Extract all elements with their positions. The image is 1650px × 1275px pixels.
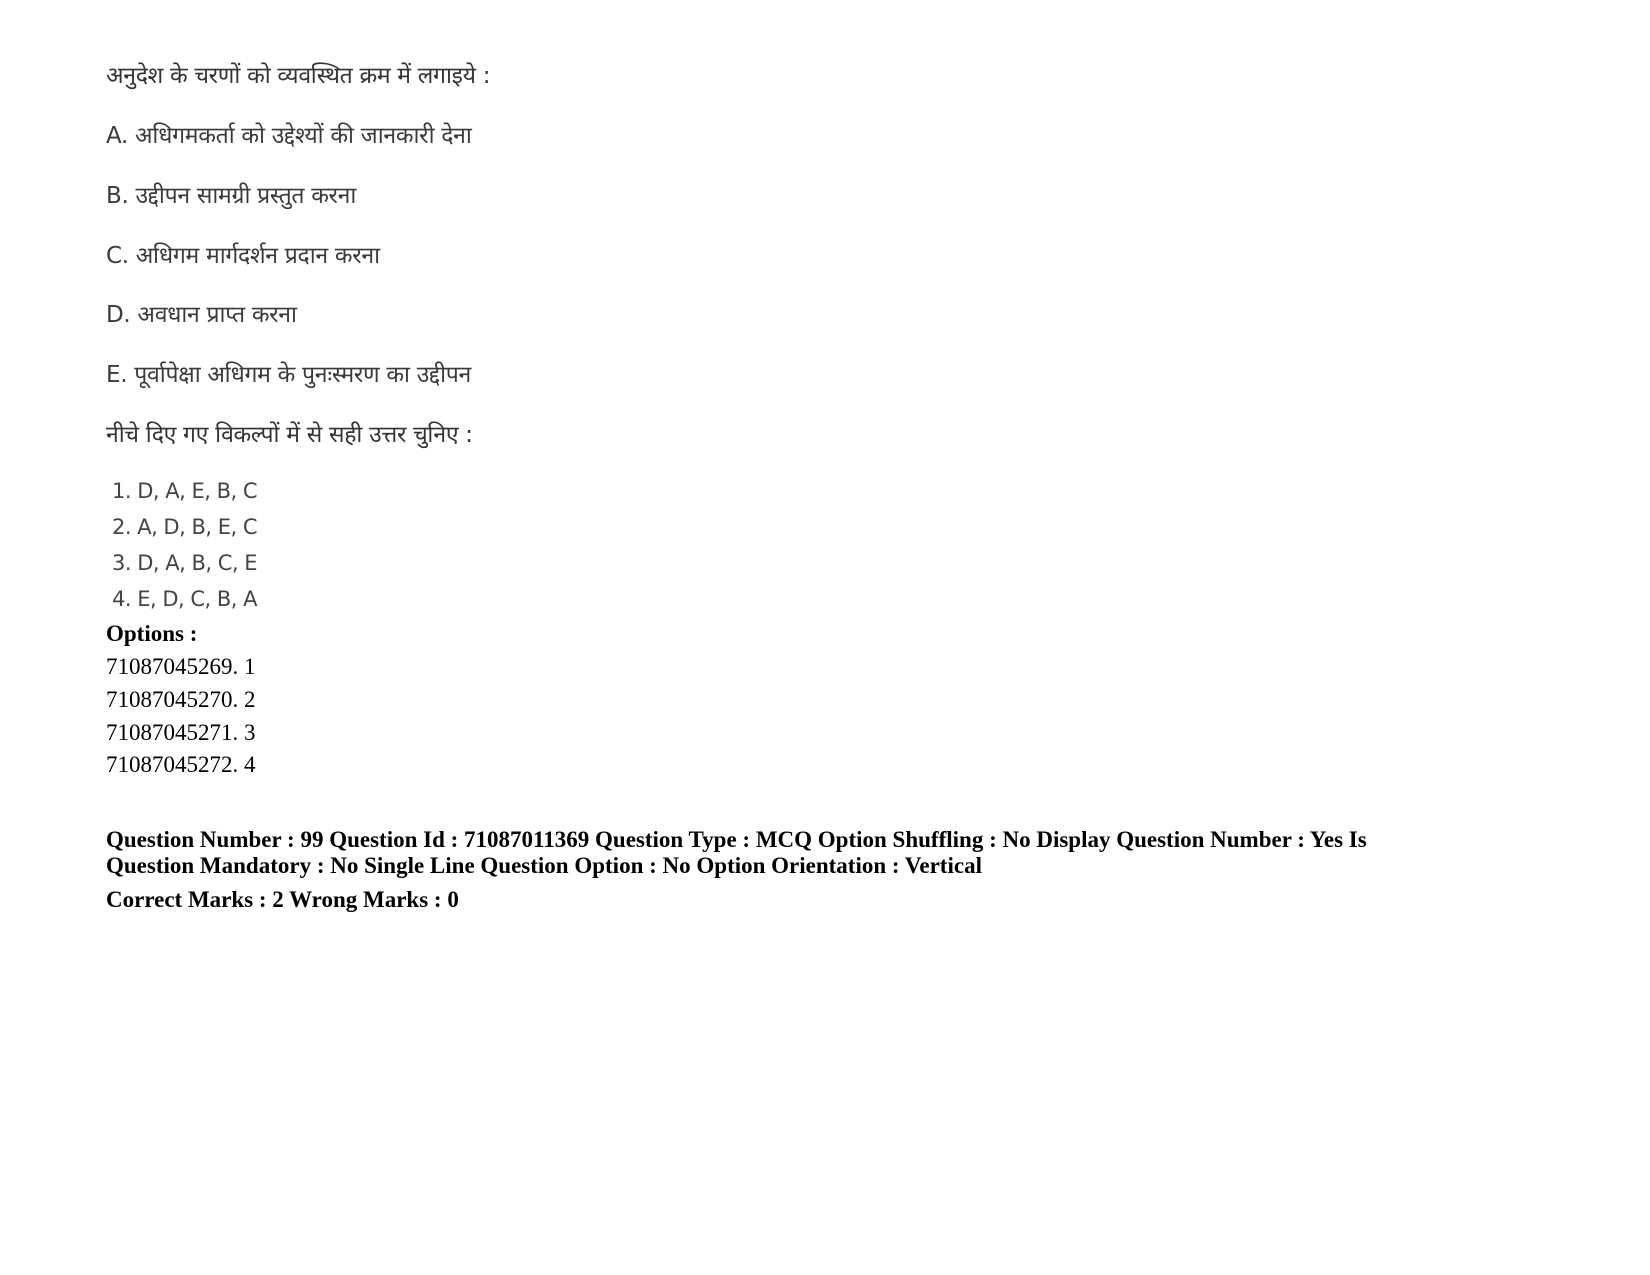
choice-1: 1. D, A, E, B, C: [112, 479, 258, 503]
question-prompt: अनुदेश के चरणों को व्यवस्थित क्रम में लग…: [106, 63, 491, 89]
choice-3: 3. D, A, B, C, E: [112, 551, 258, 575]
statement-a: A. अधिगमकर्ता को उद्देश्यों की जानकारी द…: [106, 123, 472, 149]
meta-line-1: Question Number : 99 Question Id : 71087…: [106, 827, 1367, 852]
statement-c: C. अधिगम मार्गदर्शन प्रदान करना: [106, 243, 380, 269]
choice-2: 2. A, D, B, E, C: [112, 515, 258, 539]
statement-d: D. अवधान प्राप्त करना: [106, 302, 297, 328]
marks-line: Correct Marks : 2 Wrong Marks : 0: [106, 887, 459, 912]
options-heading: Options :: [106, 621, 198, 646]
option-item: 71087045269. 1: [106, 654, 256, 679]
statement-b: B. उद्दीपन सामग्री प्रस्तुत करना: [106, 183, 357, 209]
meta-line-2: Question Mandatory : No Single Line Ques…: [106, 853, 982, 878]
statement-e: E. पूर्वापेक्षा अधिगम के पुनःस्मरण का उद…: [106, 362, 472, 388]
choice-4: 4. E, D, C, B, A: [112, 587, 258, 611]
option-item: 71087045270. 2: [106, 687, 256, 712]
option-item: 71087045272. 4: [106, 752, 256, 777]
option-item: 71087045271. 3: [106, 720, 256, 745]
question-instruction: नीचे दिए गए विकल्पों में से सही उत्तर चु…: [106, 422, 473, 448]
